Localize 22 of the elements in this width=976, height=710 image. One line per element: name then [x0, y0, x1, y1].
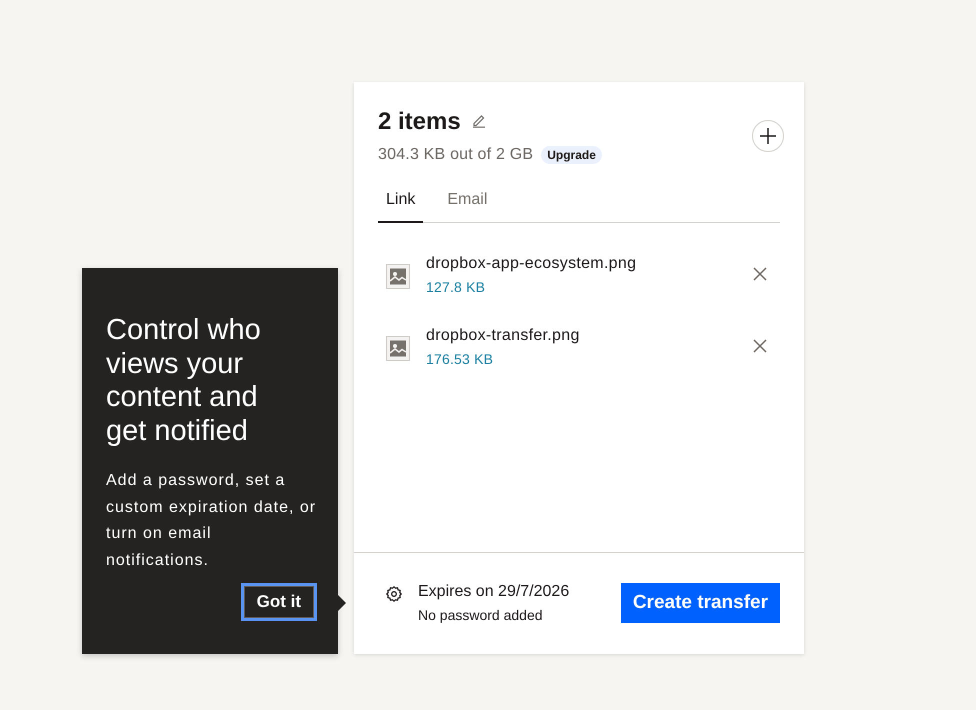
tab[interactable]: Link — [378, 183, 424, 223]
image-file-icon — [386, 264, 410, 289]
file-size: 176.53 KB — [426, 350, 494, 368]
file-name: dropbox-transfer.png — [426, 326, 581, 346]
image-file-icon — [386, 336, 410, 361]
got-it-button[interactable]: Got it — [244, 586, 314, 618]
tooltip-text: Add a password, set a custom expiration date, or turn on email notifications. — [106, 471, 318, 570]
plus-icon — [759, 127, 777, 145]
create-transfer-button[interactable]: Create transfer — [620, 583, 780, 623]
close-icon — [752, 338, 768, 354]
password-status: No password added — [418, 606, 544, 624]
gear-icon[interactable] — [386, 586, 402, 602]
tab[interactable]: Email — [439, 183, 496, 223]
tooltip-title: Control who views your content and get notified — [106, 314, 262, 448]
panel-title: 2 items — [378, 107, 461, 137]
storage-usage: 304.3 KB out of 2 GB — [378, 146, 534, 164]
close-icon — [752, 266, 768, 282]
file-name: dropbox-app-ecosystem.png — [426, 254, 638, 274]
file-size: 127.8 KB — [426, 278, 486, 296]
upgrade-badge[interactable]: Upgrade — [541, 146, 602, 164]
add-button[interactable] — [752, 120, 784, 152]
expiry-date: Expires on 29/7/2026 — [418, 582, 570, 602]
